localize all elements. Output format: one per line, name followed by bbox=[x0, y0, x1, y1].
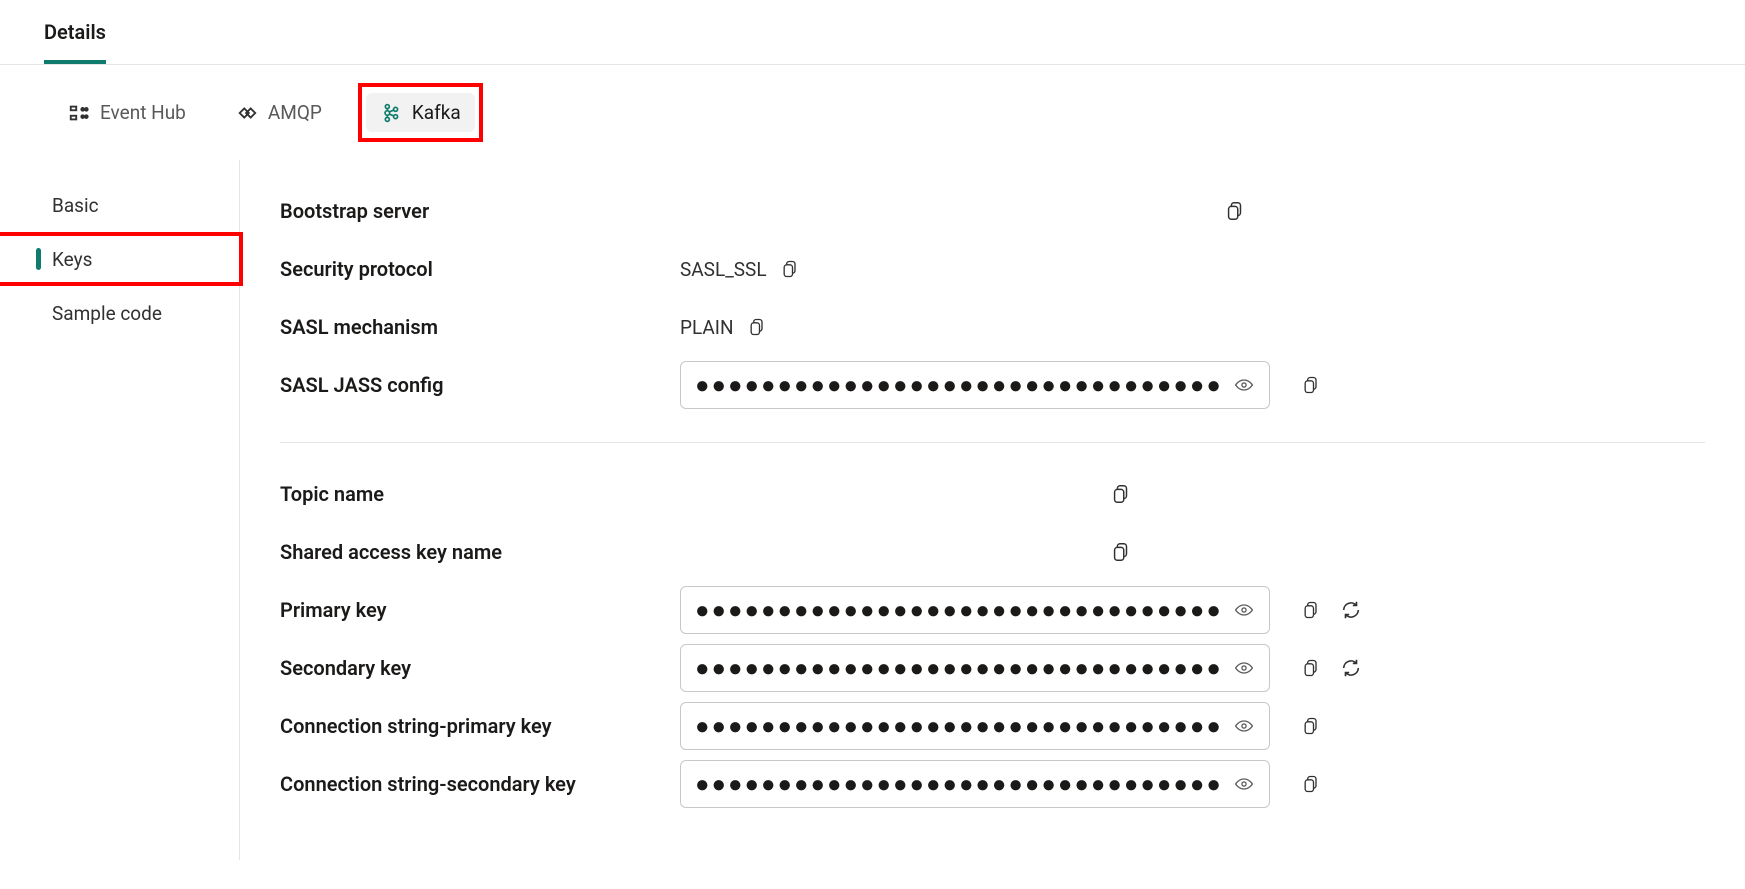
reveal-icon[interactable] bbox=[1233, 599, 1255, 621]
eventhub-icon bbox=[68, 102, 90, 124]
copy-icon[interactable] bbox=[1300, 599, 1322, 621]
value-security-protocol: SASL_SSL bbox=[680, 258, 767, 281]
row-conn-secondary: Connection string-secondary key ●●●●●●●●… bbox=[280, 755, 1705, 813]
refresh-icon[interactable] bbox=[1340, 599, 1362, 621]
row-secondary-key: Secondary key ●●●●●●●●●●●●●●●●●●●●●●●●●●… bbox=[280, 639, 1705, 697]
hub-tab-label: Kafka bbox=[412, 101, 461, 124]
reveal-icon[interactable] bbox=[1233, 657, 1255, 679]
masked-input-sasl-jaas[interactable]: ●●●●●●●●●●●●●●●●●●●●●●●●●●●●●●●●●●●●●●●●… bbox=[680, 361, 1270, 409]
reveal-icon[interactable] bbox=[1233, 374, 1255, 396]
masked-value: ●●●●●●●●●●●●●●●●●●●●●●●●●●●●●●●●●●●●●●●●… bbox=[695, 772, 1225, 796]
sidebar-item-label: Sample code bbox=[52, 302, 162, 325]
hub-tab-eventhub[interactable]: Event Hub bbox=[54, 93, 200, 132]
label-security-protocol: Security protocol bbox=[280, 257, 680, 281]
row-security-protocol: Security protocol SASL_SSL bbox=[280, 240, 1705, 298]
tab-details[interactable]: Details bbox=[44, 20, 106, 64]
copy-icon[interactable] bbox=[1110, 483, 1132, 505]
masked-input-conn-primary[interactable]: ●●●●●●●●●●●●●●●●●●●●●●●●●●●●●●●●●●●●●●●●… bbox=[680, 702, 1270, 750]
hub-tab-label: AMQP bbox=[268, 101, 322, 124]
label-conn-secondary: Connection string-secondary key bbox=[280, 772, 680, 796]
masked-input-conn-secondary[interactable]: ●●●●●●●●●●●●●●●●●●●●●●●●●●●●●●●●●●●●●●●●… bbox=[680, 760, 1270, 808]
refresh-icon[interactable] bbox=[1340, 657, 1362, 679]
sidebar-item-sample-code[interactable]: Sample code bbox=[0, 286, 239, 340]
masked-value: ●●●●●●●●●●●●●●●●●●●●●●●●●●●●●●●●●●●●●●●●… bbox=[695, 714, 1225, 738]
reveal-icon[interactable] bbox=[1233, 715, 1255, 737]
main-content: Bootstrap server Security protocol SASL_… bbox=[240, 160, 1745, 860]
row-topic-name: Topic name bbox=[280, 465, 1705, 523]
copy-icon[interactable] bbox=[1224, 200, 1246, 222]
row-sasl-mechanism: SASL mechanism PLAIN bbox=[280, 298, 1705, 356]
sidebar-item-basic[interactable]: Basic bbox=[0, 178, 239, 232]
label-sasl-mechanism: SASL mechanism bbox=[280, 315, 680, 339]
row-conn-primary: Connection string-primary key ●●●●●●●●●●… bbox=[280, 697, 1705, 755]
hub-tab-kafka[interactable]: Kafka bbox=[366, 93, 475, 132]
section-divider bbox=[280, 442, 1705, 443]
copy-icon[interactable] bbox=[746, 316, 768, 338]
kafka-icon bbox=[380, 102, 402, 124]
label-primary-key: Primary key bbox=[280, 598, 680, 622]
label-conn-primary: Connection string-primary key bbox=[280, 714, 680, 738]
row-shared-access-key-name: Shared access key name bbox=[280, 523, 1705, 581]
hub-tab-label: Event Hub bbox=[100, 101, 186, 124]
copy-icon[interactable] bbox=[1300, 715, 1322, 737]
value-sasl-mechanism: PLAIN bbox=[680, 316, 734, 339]
label-sasl-jaas: SASL JASS config bbox=[280, 373, 680, 397]
row-primary-key: Primary key ●●●●●●●●●●●●●●●●●●●●●●●●●●●●… bbox=[280, 581, 1705, 639]
row-sasl-jaas: SASL JASS config ●●●●●●●●●●●●●●●●●●●●●●●… bbox=[280, 356, 1705, 414]
masked-input-primary-key[interactable]: ●●●●●●●●●●●●●●●●●●●●●●●●●●●●●●●●●●●●●●●●… bbox=[680, 586, 1270, 634]
row-bootstrap-server: Bootstrap server bbox=[280, 182, 1705, 240]
highlight-kafka-tab: Kafka bbox=[358, 83, 483, 142]
label-secondary-key: Secondary key bbox=[280, 656, 680, 680]
masked-value: ●●●●●●●●●●●●●●●●●●●●●●●●●●●●●●●●●●●●●●●●… bbox=[695, 373, 1225, 397]
sidebar-item-label: Keys bbox=[52, 248, 92, 271]
copy-icon[interactable] bbox=[1300, 657, 1322, 679]
sidebar-item-keys[interactable]: Keys bbox=[0, 232, 243, 286]
copy-icon[interactable] bbox=[1110, 541, 1132, 563]
label-bootstrap-server: Bootstrap server bbox=[280, 199, 680, 223]
amqp-icon bbox=[236, 102, 258, 124]
label-shared-access-key-name: Shared access key name bbox=[280, 540, 680, 564]
masked-value: ●●●●●●●●●●●●●●●●●●●●●●●●●●●●●●●●●●●●●●●●… bbox=[695, 598, 1225, 622]
sidebar-item-label: Basic bbox=[52, 194, 99, 217]
masked-input-secondary-key[interactable]: ●●●●●●●●●●●●●●●●●●●●●●●●●●●●●●●●●●●●●●●●… bbox=[680, 644, 1270, 692]
copy-icon[interactable] bbox=[1300, 773, 1322, 795]
copy-icon[interactable] bbox=[1300, 374, 1322, 396]
label-topic-name: Topic name bbox=[280, 482, 680, 506]
sidebar: Basic Keys Sample code bbox=[0, 160, 240, 860]
hub-tab-amqp[interactable]: AMQP bbox=[222, 93, 336, 132]
reveal-icon[interactable] bbox=[1233, 773, 1255, 795]
masked-value: ●●●●●●●●●●●●●●●●●●●●●●●●●●●●●●●●●●●●●●●●… bbox=[695, 656, 1225, 680]
copy-icon[interactable] bbox=[779, 258, 801, 280]
